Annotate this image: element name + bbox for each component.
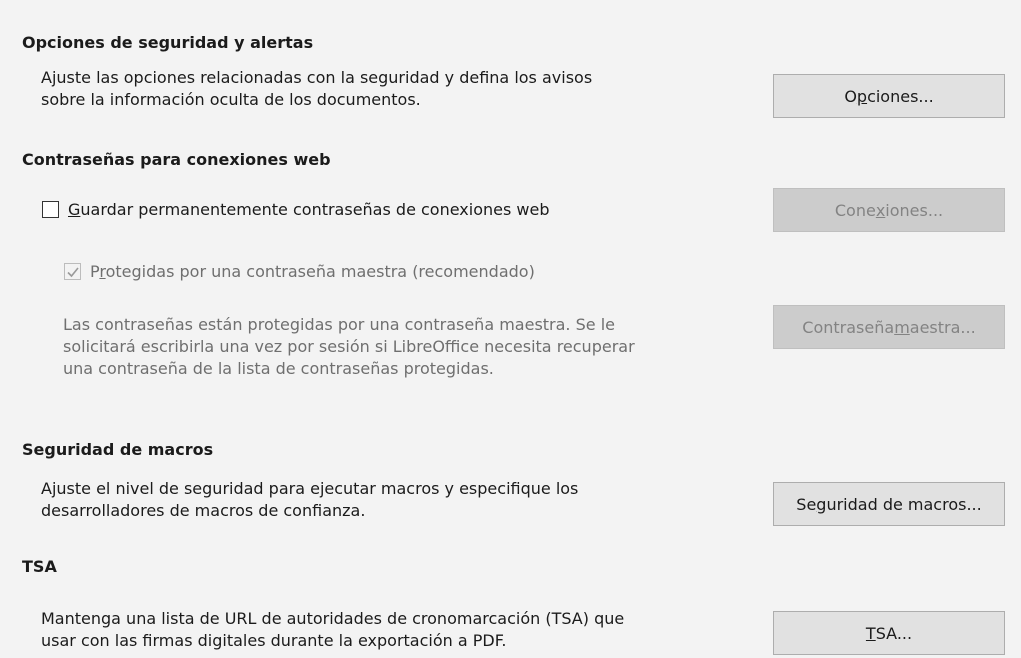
description-line: sobre la información oculta de los docum… bbox=[41, 90, 421, 109]
macro-security-heading: Seguridad de macros bbox=[22, 440, 214, 459]
mnemonic-letter: G bbox=[68, 200, 81, 219]
button-label-part: Cone bbox=[834, 200, 876, 220]
tsa-description: Mantenga una lista de URL de autoridades… bbox=[41, 608, 741, 652]
master-password-checkbox[interactable] bbox=[64, 263, 81, 280]
web-passwords-heading: Contraseñas para conexiones web bbox=[22, 150, 331, 169]
description-line: solicitará escribirla una vez por sesión… bbox=[63, 337, 635, 356]
description-line: Las contraseñas están protegidas por una… bbox=[63, 315, 615, 334]
persist-passwords-label: Guardar permanentemente contraseñas de c… bbox=[68, 200, 550, 219]
master-password-label: Protegidas por una contraseña maestra (r… bbox=[90, 262, 535, 281]
description-line: una contraseña de la lista de contraseña… bbox=[63, 359, 494, 378]
security-options-heading: Opciones de seguridad y alertas bbox=[22, 33, 314, 52]
description-line: Mantenga una lista de URL de autoridades… bbox=[41, 609, 625, 628]
tsa-button[interactable]: T SA... bbox=[773, 611, 1005, 655]
persist-passwords-checkbox[interactable] bbox=[42, 201, 59, 218]
description-line: usar con las firmas digitales durante la… bbox=[41, 631, 507, 650]
mnemonic-letter: p bbox=[856, 86, 868, 106]
description-line: desarrolladores de macros de confianza. bbox=[41, 501, 366, 520]
master-password-button[interactable]: Contraseña m aestra... bbox=[773, 305, 1005, 349]
button-label-part: uridad de macros... bbox=[826, 494, 982, 514]
description-line: Ajuste el nivel de seguridad para ejecut… bbox=[41, 479, 579, 498]
macro-security-button[interactable]: Se g uridad de macros... bbox=[773, 482, 1005, 526]
security-options-button[interactable]: Op ciones... bbox=[773, 74, 1005, 118]
button-label-part: Se bbox=[796, 494, 817, 514]
security-options-description: Ajuste las opciones relacionadas con la … bbox=[41, 67, 741, 111]
mnemonic-letter: x bbox=[875, 200, 886, 220]
master-password-checkbox-row[interactable]: Protegidas por una contraseña maestra (r… bbox=[64, 262, 535, 281]
persist-passwords-checkbox-row[interactable]: Guardar permanentemente contraseñas de c… bbox=[42, 200, 549, 219]
mnemonic-letter: g bbox=[816, 494, 827, 514]
button-label-part: ciones... bbox=[867, 86, 934, 106]
button-label-part: aestra... bbox=[909, 317, 976, 337]
mnemonic-letter: T bbox=[865, 623, 876, 643]
description-line: Ajuste las opciones relacionadas con la … bbox=[41, 68, 593, 87]
button-label-part: O bbox=[844, 86, 857, 106]
connections-button[interactable]: Cone x iones... bbox=[773, 188, 1005, 232]
mnemonic-letter: m bbox=[894, 317, 910, 337]
master-password-description: Las contraseñas están protegidas por una… bbox=[63, 314, 763, 380]
macro-security-description: Ajuste el nivel de seguridad para ejecut… bbox=[41, 478, 741, 522]
button-label-part: Contraseña bbox=[802, 317, 895, 337]
button-label-part: SA... bbox=[875, 623, 913, 643]
checkmark-icon bbox=[67, 267, 79, 278]
tsa-heading: TSA bbox=[22, 557, 57, 576]
button-label-part: iones... bbox=[885, 200, 944, 220]
